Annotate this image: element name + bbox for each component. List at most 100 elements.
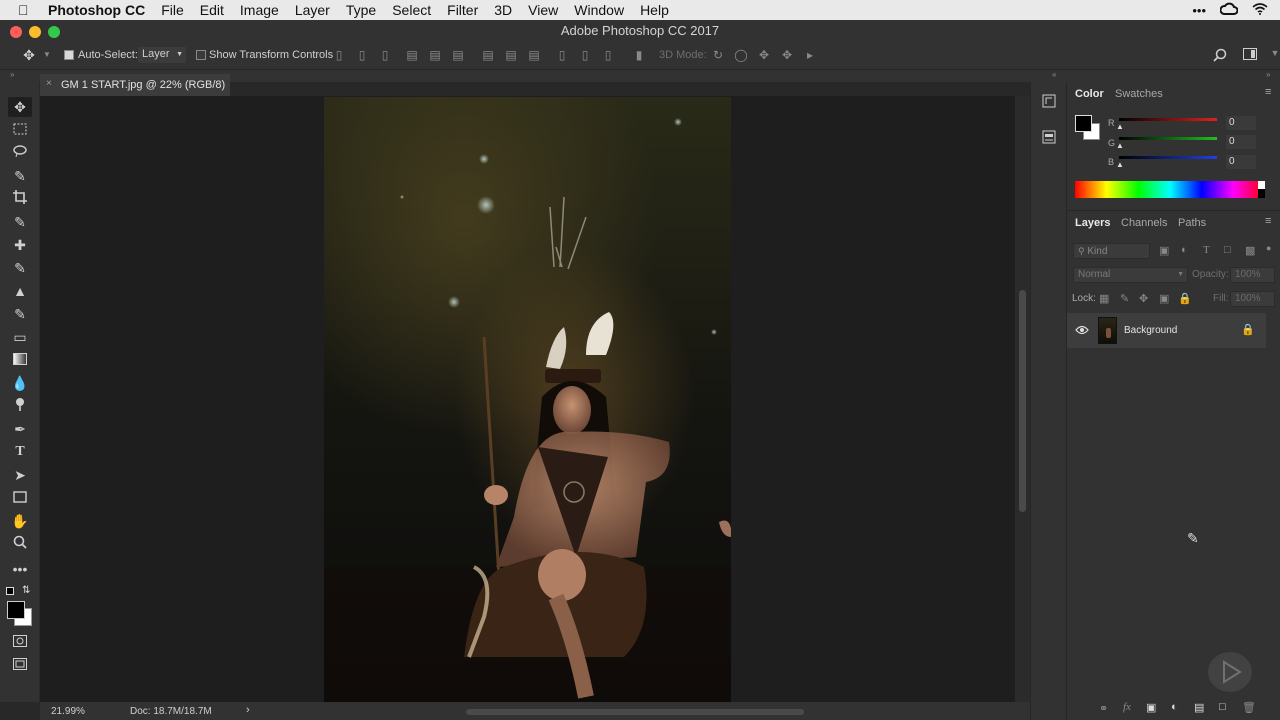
auto-select-checkbox[interactable]	[64, 50, 74, 60]
pen-tool-icon[interactable]: ✒	[8, 419, 32, 439]
healing-brush-tool-icon[interactable]: ✚	[8, 235, 32, 255]
align-vcenter-icon[interactable]: ▯	[355, 48, 369, 62]
green-slider[interactable]	[1119, 137, 1217, 140]
distribute-bottom-icon[interactable]: ▤	[527, 48, 541, 62]
type-tool-icon[interactable]: T	[8, 442, 32, 462]
move-tool-preset-icon[interactable]: ✥	[22, 48, 36, 62]
adjustment-layer-icon[interactable]: ◐	[1171, 701, 1178, 713]
more-icon[interactable]: •••	[1192, 3, 1206, 18]
lasso-tool-icon[interactable]	[8, 143, 32, 163]
filter-toggle-icon[interactable]: ●	[1266, 243, 1271, 253]
white-swatch[interactable]	[1258, 181, 1265, 189]
more-tools-icon[interactable]: •••	[8, 559, 32, 579]
auto-align-icon[interactable]: ▮	[632, 48, 646, 62]
align-right-icon[interactable]: ▤	[451, 48, 465, 62]
menu-3d[interactable]: 3D	[494, 2, 512, 18]
panel-menu-icon[interactable]: ≡	[1265, 215, 1271, 227]
slider-handle-icon[interactable]: ▲	[1116, 122, 1124, 131]
slider-handle-icon[interactable]: ▲	[1116, 160, 1124, 169]
add-mask-icon[interactable]: ▣	[1146, 701, 1156, 714]
properties-panel-icon[interactable]	[1042, 130, 1056, 144]
distribute-vcenter-icon[interactable]: ▤	[504, 48, 518, 62]
collapse-arrows-icon[interactable]: »	[1266, 70, 1270, 79]
distribute-hcenter-icon[interactable]: ▯	[578, 48, 592, 62]
search-icon[interactable]	[1213, 48, 1227, 62]
slider-handle-icon[interactable]: ▲	[1116, 141, 1124, 150]
3d-roll-icon[interactable]: ◯	[734, 48, 748, 62]
lock-transparent-icon[interactable]: ▦	[1099, 292, 1109, 305]
move-tool-icon[interactable]: ✥	[8, 97, 32, 117]
apple-icon[interactable]: 	[18, 2, 32, 18]
swap-colors-icon[interactable]: ⇅	[22, 585, 30, 596]
align-hcenter-icon[interactable]: ▤	[428, 48, 442, 62]
blur-tool-icon[interactable]: 💧	[8, 373, 32, 393]
3d-pan-icon[interactable]: ✥	[757, 48, 771, 62]
eyedropper-tool-icon[interactable]: ✎	[8, 212, 32, 232]
brush-tool-icon[interactable]: ✎	[8, 258, 32, 278]
distribute-right-icon[interactable]: ▯	[601, 48, 615, 62]
lock-artboard-icon[interactable]: ▣	[1159, 292, 1169, 305]
panel-menu-icon[interactable]: ≡	[1265, 86, 1271, 98]
foreground-color-swatch[interactable]	[1075, 115, 1092, 132]
blue-slider[interactable]	[1119, 156, 1217, 159]
tab-channels[interactable]: Channels	[1121, 217, 1167, 229]
tab-paths[interactable]: Paths	[1178, 217, 1206, 229]
lock-image-icon[interactable]: ✎	[1120, 292, 1129, 305]
crop-tool-icon[interactable]	[8, 189, 32, 209]
quick-selection-tool-icon[interactable]: ✎	[8, 166, 32, 186]
chevron-down-icon[interactable]: ▼	[1268, 46, 1280, 60]
blue-value[interactable]: 0	[1226, 155, 1256, 169]
dodge-tool-icon[interactable]	[8, 396, 32, 416]
tab-layers[interactable]: Layers	[1075, 217, 1110, 229]
align-bottom-icon[interactable]: ▯	[378, 48, 392, 62]
wifi-icon[interactable]	[1252, 2, 1268, 18]
chevron-down-icon[interactable]: ▼	[40, 48, 54, 62]
menu-file[interactable]: File	[161, 2, 184, 18]
zoom-level[interactable]: 21.99%	[51, 706, 85, 717]
menu-edit[interactable]: Edit	[200, 2, 224, 18]
black-swatch[interactable]	[1258, 189, 1265, 198]
path-selection-tool-icon[interactable]: ➤	[8, 465, 32, 485]
quick-mask-icon[interactable]	[8, 632, 32, 652]
menu-image[interactable]: Image	[240, 2, 279, 18]
filter-shape-icon[interactable]: □	[1224, 244, 1231, 256]
align-left-icon[interactable]: ▤	[405, 48, 419, 62]
distribute-left-icon[interactable]: ▯	[555, 48, 569, 62]
color-spectrum-bar[interactable]	[1075, 181, 1265, 198]
foreground-color-swatch[interactable]	[7, 601, 25, 619]
3d-slide-icon[interactable]: ✥	[780, 48, 794, 62]
layer-filter-kind-dropdown[interactable]: ⚲ Kind	[1073, 243, 1150, 259]
new-layer-icon[interactable]: □	[1219, 701, 1226, 713]
rectangle-tool-icon[interactable]	[8, 488, 32, 508]
lock-position-icon[interactable]: ✥	[1139, 292, 1148, 305]
creative-cloud-icon[interactable]	[1219, 2, 1239, 19]
eye-visibility-icon[interactable]	[1075, 322, 1089, 340]
clone-stamp-tool-icon[interactable]: ▲	[8, 281, 32, 301]
distribute-top-icon[interactable]: ▤	[481, 48, 495, 62]
eraser-tool-icon[interactable]: ▭	[8, 327, 32, 347]
tab-swatches[interactable]: Swatches	[1115, 88, 1163, 100]
screen-mode-icon[interactable]	[8, 655, 32, 675]
trash-icon[interactable]: 🗑	[1242, 701, 1256, 714]
3d-orbit-icon[interactable]: ↻	[711, 48, 725, 62]
hand-tool-icon[interactable]: ✋	[8, 511, 32, 531]
marquee-tool-icon[interactable]	[8, 120, 32, 140]
green-value[interactable]: 0	[1226, 135, 1256, 149]
menu-layer[interactable]: Layer	[295, 2, 330, 18]
red-value[interactable]: 0	[1226, 116, 1256, 130]
link-layers-icon[interactable]: ⚭	[1099, 702, 1108, 715]
menu-select[interactable]: Select	[392, 2, 431, 18]
tab-color[interactable]: Color	[1075, 88, 1104, 100]
3d-scale-icon[interactable]: ▸	[803, 48, 817, 62]
expand-arrows-icon[interactable]: »	[10, 70, 14, 79]
menu-view[interactable]: View	[528, 2, 558, 18]
layer-row[interactable]: Background 🔒	[1067, 313, 1266, 348]
opacity-field[interactable]: 100%	[1230, 267, 1275, 283]
default-colors-icon[interactable]	[6, 587, 14, 595]
fill-field[interactable]: 100%	[1230, 291, 1275, 307]
document-tab[interactable]: × GM 1 START.jpg @ 22% (RGB/8)	[40, 74, 230, 96]
filter-pixel-icon[interactable]: ▣	[1159, 244, 1169, 257]
blend-mode-dropdown[interactable]: Normal ▼	[1073, 267, 1188, 283]
collapse-arrows-icon[interactable]: «	[1052, 70, 1056, 79]
align-top-icon[interactable]: ▯	[332, 48, 346, 62]
